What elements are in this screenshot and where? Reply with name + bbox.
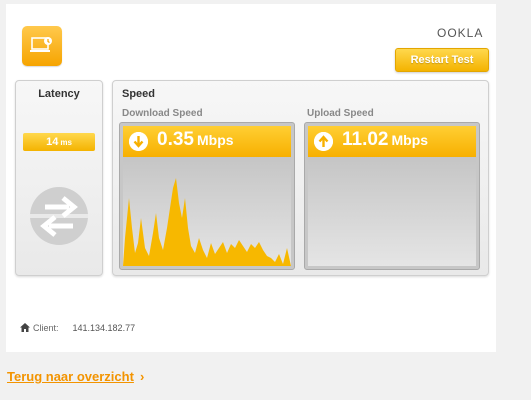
- latency-value: 14: [46, 136, 59, 148]
- upload-speed-header: 11.02 Mbps: [308, 126, 476, 157]
- download-speed-value: 0.35: [157, 129, 194, 150]
- speed-panel: Speed Download Speed Upload Speed 0.35 Mb…: [112, 80, 489, 276]
- latency-value-badge: 14 ms: [23, 133, 95, 151]
- latency-title: Latency: [38, 88, 80, 100]
- speedtest-card: OOKLA Restart Test Latency 14 ms Speed Do…: [6, 4, 496, 352]
- speed-title: Speed: [122, 88, 156, 100]
- latency-panel: Latency 14 ms: [15, 80, 103, 276]
- chevron-right-icon: ›: [140, 369, 145, 384]
- speedtest-app-icon: [22, 26, 62, 66]
- arrow-up-icon: [314, 132, 333, 151]
- download-speed-label: Download Speed: [122, 108, 203, 119]
- upload-speed-unit: Mbps: [391, 132, 429, 148]
- download-speed-unit: Mbps: [196, 132, 234, 148]
- client-ip: 141.134.182.77: [72, 323, 136, 333]
- home-icon: [20, 323, 30, 334]
- back-to-overview-link[interactable]: Terug naar overzicht: [7, 369, 134, 384]
- upload-gauge: 11.02 Mbps: [304, 122, 480, 270]
- ookla-logo: OOKLA: [437, 26, 484, 40]
- arrow-down-icon: [129, 132, 148, 151]
- download-gauge: 0.35 Mbps: [119, 122, 295, 270]
- download-speed-header: 0.35 Mbps: [123, 126, 291, 157]
- sync-arrows-icon: [29, 186, 89, 251]
- restart-test-button[interactable]: Restart Test: [395, 48, 489, 72]
- download-speed-graph: [123, 178, 291, 266]
- latency-unit: ms: [60, 138, 72, 147]
- upload-speed-label: Upload Speed: [307, 108, 374, 119]
- client-info: Client: 141.134.182.77: [20, 323, 135, 334]
- upload-speed-value: 11.02: [342, 129, 389, 150]
- client-label: Client:: [33, 323, 59, 333]
